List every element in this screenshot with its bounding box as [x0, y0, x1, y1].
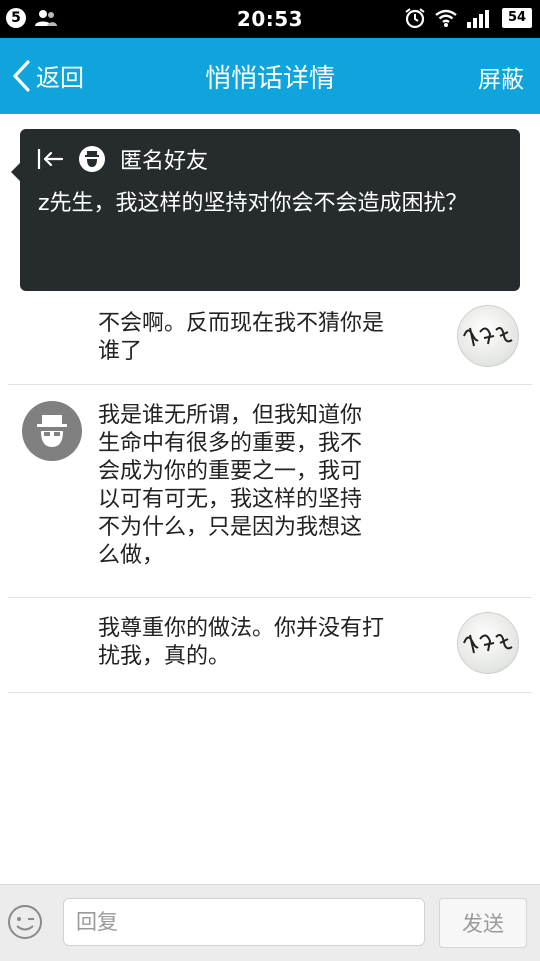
- send-button[interactable]: 发送: [439, 898, 527, 948]
- status-right-icons: 54: [404, 7, 532, 29]
- wifi-icon: [435, 9, 457, 27]
- conversation-list: 不会啊。反而现在我不猜你是 谁了 我是谁无所谓，但我知道你 生命中有很多的重要，…: [0, 114, 540, 884]
- signature-image: [463, 327, 513, 347]
- sender-name: 匿名好友: [120, 149, 209, 174]
- popup-header: 匿名好友: [36, 143, 208, 175]
- anonymous-mask-icon: [37, 415, 67, 447]
- reply-bar: 发送: [0, 884, 540, 961]
- anonymous-mask-icon: [79, 146, 105, 172]
- battery-icon: 54: [502, 8, 532, 28]
- message-popup[interactable]: 匿名好友 z先生，我这样的坚持对你会不会造成困扰？: [11, 129, 520, 291]
- message-row: 不会啊。反而现在我不猜你是 谁了: [8, 292, 532, 385]
- signature-image: [463, 634, 513, 654]
- signature-avatar[interactable]: [457, 305, 519, 367]
- message-row: 我尊重你的做法。你并没有打 扰我，真的。: [8, 597, 532, 693]
- signal-icon: [467, 10, 489, 28]
- page-title: 悄悄话详情: [204, 64, 335, 94]
- exit-icon[interactable]: [36, 146, 64, 172]
- message-text: 我是谁无所谓，但我知道你 生命中有很多的重要，我不 会成为你的重要之一，我可 以…: [98, 403, 363, 568]
- popup-arrow: [11, 163, 20, 181]
- popup-message: z先生，我这样的坚持对你会不会造成困扰？: [38, 191, 468, 216]
- message-text: 不会啊。反而现在我不猜你是 谁了: [98, 311, 385, 364]
- anonymous-avatar[interactable]: [22, 401, 82, 461]
- message-row: 我是谁无所谓，但我知道你 生命中有很多的重要，我不 会成为你的重要之一，我可 以…: [8, 384, 532, 598]
- message-text: 我尊重你的做法。你并没有打 扰我，真的。: [98, 616, 385, 669]
- header-bar: 返回 悄悄话详情 屏蔽: [0, 38, 540, 114]
- alarm-icon: [405, 8, 425, 29]
- signature-avatar[interactable]: [457, 612, 519, 674]
- reply-input[interactable]: [63, 898, 425, 946]
- status-bar: 5 20:53 54: [0, 0, 540, 38]
- emoji-icon[interactable]: [6, 903, 44, 941]
- block-button[interactable]: 屏蔽: [478, 60, 524, 94]
